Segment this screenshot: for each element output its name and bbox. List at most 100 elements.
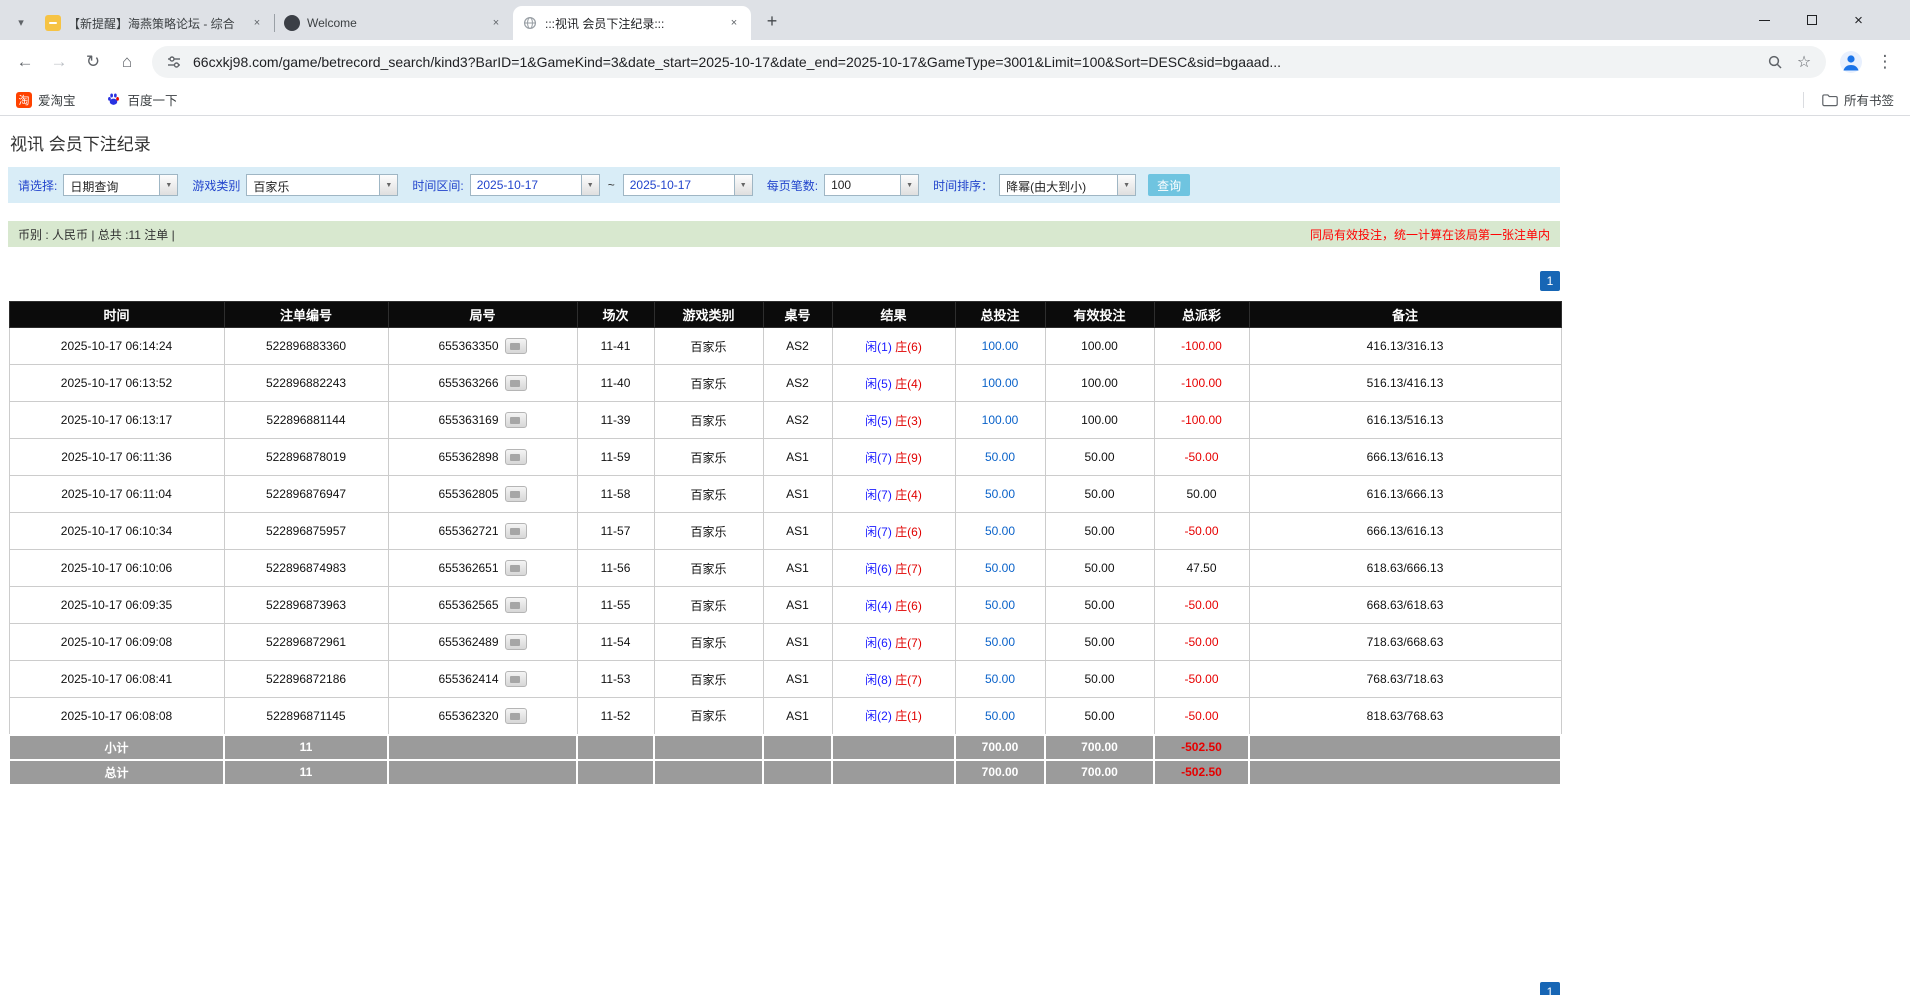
maximize-button[interactable] bbox=[1788, 0, 1835, 40]
close-window-button[interactable]: × bbox=[1835, 0, 1882, 40]
result-banker: 庄(4) bbox=[895, 377, 922, 391]
forum-favicon-icon bbox=[45, 15, 61, 31]
tab-close-icon[interactable]: × bbox=[726, 15, 742, 31]
game-type-cell: 百家乐 bbox=[654, 513, 763, 550]
round-result-image-icon[interactable] bbox=[505, 486, 527, 502]
site-info-icon[interactable] bbox=[164, 52, 184, 72]
round-cell: 655363350 bbox=[388, 328, 577, 365]
dropdown-arrow-icon[interactable]: ▼ bbox=[159, 175, 177, 195]
round-result-image-icon[interactable] bbox=[505, 597, 527, 613]
round-result-image-icon[interactable] bbox=[505, 375, 527, 391]
subtotal-row-cell bbox=[654, 735, 763, 760]
date-end-input[interactable]: 2025-10-17 ▼ bbox=[623, 174, 753, 196]
session-cell: 11-56 bbox=[577, 550, 654, 587]
total-bet-cell[interactable]: 100.00 bbox=[955, 365, 1045, 402]
new-tab-button[interactable]: + bbox=[758, 7, 786, 35]
pagination-bottom: 1 bbox=[8, 982, 1560, 995]
query-type-select[interactable]: 日期查询 ▼ bbox=[63, 174, 178, 196]
total-bet-cell[interactable]: 50.00 bbox=[955, 513, 1045, 550]
url-text[interactable]: 66cxkj98.com/game/betrecord_search/kind3… bbox=[193, 54, 1756, 70]
time-cell: 2025-10-17 06:11:04 bbox=[9, 476, 224, 513]
session-cell: 11-57 bbox=[577, 513, 654, 550]
total-bet-cell[interactable]: 50.00 bbox=[955, 698, 1045, 735]
round-result-image-icon[interactable] bbox=[505, 560, 527, 576]
back-button[interactable]: ← bbox=[10, 47, 40, 77]
dropdown-arrow-icon[interactable]: ▼ bbox=[734, 175, 752, 195]
round-cell: 655362651 bbox=[388, 550, 577, 587]
bookmark-star-icon[interactable]: ☆ bbox=[1794, 52, 1814, 72]
search-button[interactable]: 查询 bbox=[1148, 174, 1190, 196]
valid-bet-cell: 50.00 bbox=[1045, 550, 1154, 587]
table-no-cell: AS1 bbox=[763, 550, 832, 587]
dropdown-arrow-icon[interactable]: ▼ bbox=[1117, 175, 1135, 195]
table-no-cell: AS2 bbox=[763, 402, 832, 439]
round-number: 655363169 bbox=[438, 413, 498, 427]
menu-kebab-icon[interactable]: ⋮ bbox=[1870, 47, 1900, 77]
payout-cell: -50.00 bbox=[1154, 439, 1249, 476]
dropdown-arrow-icon[interactable]: ▼ bbox=[581, 175, 599, 195]
tab-close-icon[interactable]: × bbox=[488, 15, 504, 31]
dropdown-arrow-icon[interactable]: ▼ bbox=[379, 175, 397, 195]
home-button[interactable]: ⌂ bbox=[112, 47, 142, 77]
total-bet-cell[interactable]: 50.00 bbox=[955, 550, 1045, 587]
total-bet-cell[interactable]: 50.00 bbox=[955, 624, 1045, 661]
profile-avatar-icon[interactable] bbox=[1836, 47, 1866, 77]
total-bet-cell[interactable]: 50.00 bbox=[955, 439, 1045, 476]
total-row-cell bbox=[388, 760, 577, 785]
note-cell: 416.13/316.13 bbox=[1249, 328, 1561, 365]
tab-search-button[interactable]: ▾ bbox=[8, 9, 34, 35]
total-bet-cell[interactable]: 50.00 bbox=[955, 476, 1045, 513]
tab-forum[interactable]: 【新提醒】海燕策略论坛 - 综合 × bbox=[36, 6, 274, 40]
round-result-image-icon[interactable] bbox=[505, 523, 527, 539]
minimize-button[interactable] bbox=[1741, 0, 1788, 40]
bet-record-row: 2025-10-17 06:09:35522896873963655362565… bbox=[9, 587, 1561, 624]
round-result-image-icon[interactable] bbox=[505, 634, 527, 650]
session-cell: 11-39 bbox=[577, 402, 654, 439]
result-cell: 闲(8) 庄(7) bbox=[832, 661, 955, 698]
bet-id-cell: 522896872186 bbox=[224, 661, 388, 698]
column-header: 桌号 bbox=[763, 302, 832, 328]
tab-close-icon[interactable]: × bbox=[249, 15, 265, 31]
round-result-image-icon[interactable] bbox=[505, 671, 527, 687]
column-header: 局号 bbox=[388, 302, 577, 328]
reload-button[interactable]: ↻ bbox=[78, 47, 108, 77]
url-bar[interactable]: 66cxkj98.com/game/betrecord_search/kind3… bbox=[152, 46, 1826, 78]
bet-id-cell: 522896873963 bbox=[224, 587, 388, 624]
all-bookmarks-button[interactable]: 所有书签 bbox=[1818, 88, 1898, 112]
forward-button[interactable]: → bbox=[44, 47, 74, 77]
zoom-icon[interactable] bbox=[1765, 52, 1785, 72]
note-cell: 618.63/666.13 bbox=[1249, 550, 1561, 587]
minimize-icon bbox=[1759, 20, 1770, 21]
page-number-button[interactable]: 1 bbox=[1540, 271, 1560, 291]
page-number-button[interactable]: 1 bbox=[1540, 982, 1560, 995]
date-start-input[interactable]: 2025-10-17 ▼ bbox=[470, 174, 600, 196]
bookmark-taobao[interactable]: 淘 爱淘宝 bbox=[12, 88, 80, 112]
dropdown-arrow-icon[interactable]: ▼ bbox=[900, 175, 918, 195]
page-size-input[interactable]: 100 ▼ bbox=[824, 174, 919, 196]
tab-betrecord-active[interactable]: :::视讯 会员下注纪录::: × bbox=[513, 6, 751, 40]
result-player: 闲(7) bbox=[865, 451, 892, 465]
result-cell: 闲(7) 庄(9) bbox=[832, 439, 955, 476]
game-type-label: 游戏类别 bbox=[192, 177, 240, 194]
bet-record-row: 2025-10-17 06:09:08522896872961655362489… bbox=[9, 624, 1561, 661]
total-bet-cell[interactable]: 50.00 bbox=[955, 661, 1045, 698]
round-result-image-icon[interactable] bbox=[505, 708, 527, 724]
session-cell: 11-59 bbox=[577, 439, 654, 476]
total-bet-cell[interactable]: 50.00 bbox=[955, 587, 1045, 624]
result-player: 闲(7) bbox=[865, 488, 892, 502]
valid-bet-cell: 50.00 bbox=[1045, 513, 1154, 550]
round-result-image-icon[interactable] bbox=[505, 412, 527, 428]
column-header: 场次 bbox=[577, 302, 654, 328]
tab-welcome[interactable]: Welcome × bbox=[275, 6, 513, 40]
sort-order-select[interactable]: 降幂(由大到小) ▼ bbox=[999, 174, 1136, 196]
taobao-icon: 淘 bbox=[16, 92, 32, 108]
round-result-image-icon[interactable] bbox=[505, 338, 527, 354]
round-number: 655363350 bbox=[438, 339, 498, 353]
total-bet-cell[interactable]: 100.00 bbox=[955, 328, 1045, 365]
bookmark-baidu[interactable]: 百度一下 bbox=[102, 88, 182, 112]
round-result-image-icon[interactable] bbox=[505, 449, 527, 465]
game-type-select[interactable]: 百家乐 ▼ bbox=[246, 174, 398, 196]
payout-cell: 50.00 bbox=[1154, 476, 1249, 513]
info-bar: 币别 : 人民币 | 总共 :11 注单 | 同局有效投注，统一计算在该局第一张… bbox=[8, 221, 1560, 247]
total-bet-cell[interactable]: 100.00 bbox=[955, 402, 1045, 439]
